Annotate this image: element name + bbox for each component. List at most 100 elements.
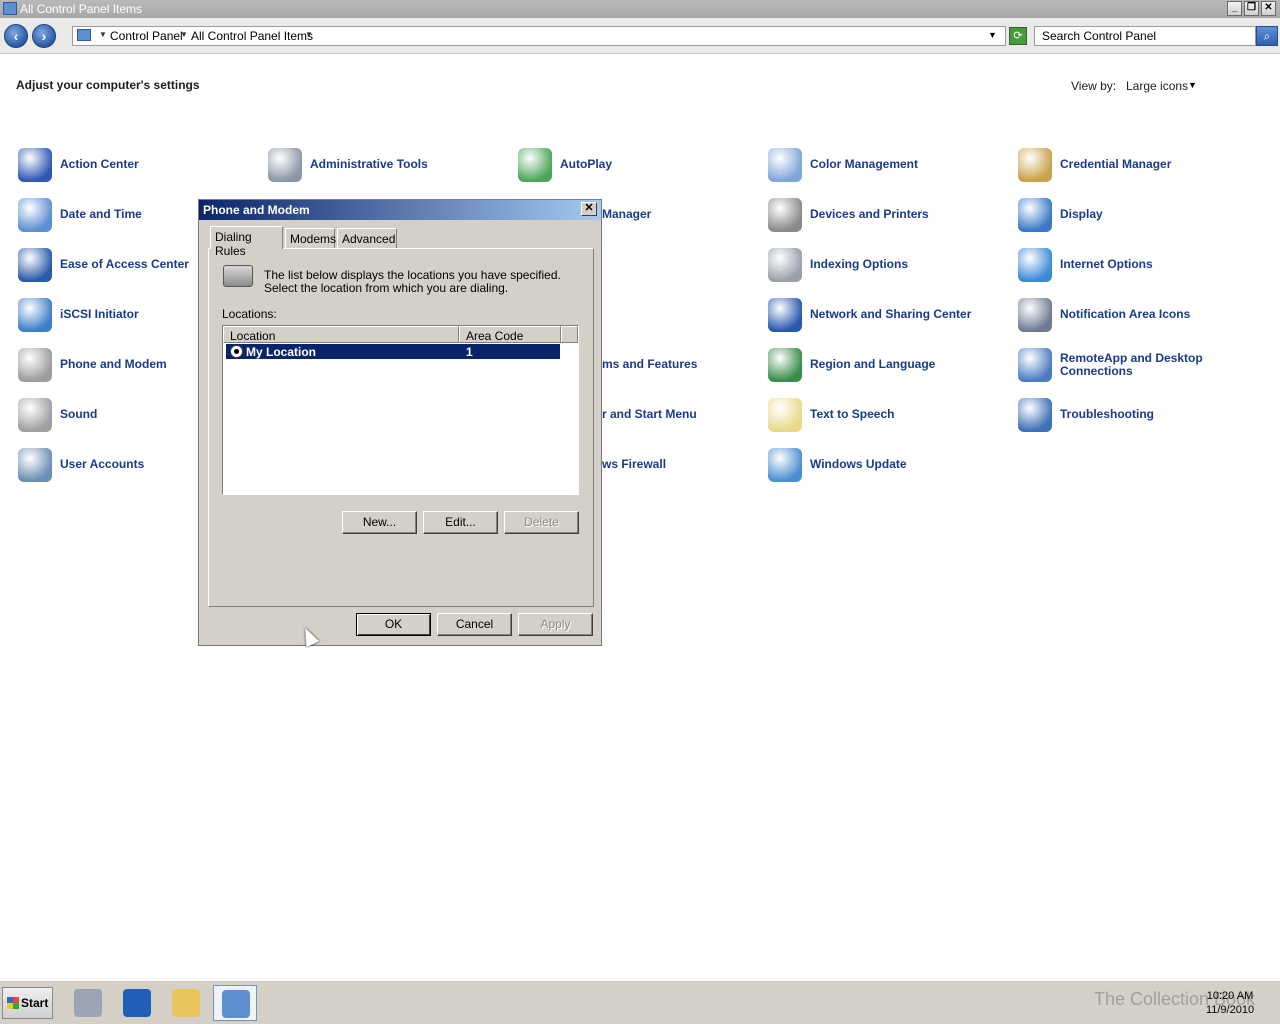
cp-item-label: Internet Options — [1060, 257, 1153, 271]
window-title: All Control Panel Items — [20, 2, 143, 16]
new-button[interactable]: New... — [342, 511, 417, 534]
location-area-code: 1 — [466, 345, 473, 359]
network-and-sharing-center-icon — [768, 298, 802, 332]
phone-and-modem-icon — [18, 348, 52, 382]
start-button[interactable]: Start — [2, 987, 53, 1019]
windows-logo-icon — [7, 997, 19, 1009]
cp-item-label: Text to Speech — [810, 407, 895, 421]
dialog-title: Phone and Modem — [203, 203, 310, 217]
tab-dialing-rules[interactable]: Dialing Rules — [210, 226, 283, 258]
cp-item-label: r and Start Menu — [602, 407, 697, 421]
table-row[interactable]: My Location 1 — [226, 344, 560, 359]
edit-button[interactable]: Edit... — [423, 511, 498, 534]
cp-item-action-center[interactable]: Action Center — [18, 148, 258, 188]
breadcrumb-control-panel[interactable]: Control Panel — [110, 29, 183, 43]
cp-item-display[interactable]: Display — [1018, 198, 1258, 238]
control-panel-icon — [222, 990, 250, 1018]
cp-item-label: Action Center — [60, 157, 139, 171]
column-header-location[interactable]: Location — [223, 326, 459, 343]
address-toolbar: ‹ › ▼ Control Panel ▼ All Control Panel … — [0, 18, 1280, 54]
phone-icon — [223, 265, 253, 287]
tab-advanced[interactable]: Advanced — [337, 228, 397, 248]
server-manager-icon — [74, 989, 102, 1017]
taskbar-server-manager[interactable] — [66, 985, 110, 1021]
breadcrumb-all-items[interactable]: All Control Panel Items — [191, 29, 313, 43]
back-button[interactable]: ‹ — [4, 24, 28, 48]
address-dropdown-icon[interactable]: ▼ — [988, 30, 997, 40]
ok-button[interactable]: OK — [356, 613, 431, 636]
refresh-button[interactable]: ⟳ — [1009, 27, 1027, 45]
chevron-down-icon[interactable]: ▼ — [99, 30, 107, 39]
devices-and-printers-icon — [768, 198, 802, 232]
cp-item-label: Network and Sharing Center — [810, 307, 972, 321]
internet-options-icon — [1018, 248, 1052, 282]
taskbar: Start The Collection Book 10:20 AM 11/9/… — [0, 980, 1280, 1024]
locations-list[interactable]: Location Area Code My Location 1 — [222, 325, 579, 495]
cp-item-windows-update[interactable]: Windows Update — [768, 448, 1008, 488]
cp-item-label: Windows Update — [810, 457, 907, 471]
cp-item-network-and-sharing-center[interactable]: Network and Sharing Center — [768, 298, 1008, 338]
cp-item-label: Notification Area Icons — [1060, 307, 1191, 321]
apply-button[interactable]: Apply — [518, 613, 593, 636]
autoplay-icon — [518, 148, 552, 182]
taskbar-powershell[interactable] — [115, 985, 159, 1021]
page-heading: Adjust your computer's settings — [16, 78, 200, 92]
cp-item-label: Region and Language — [810, 357, 936, 371]
cancel-button[interactable]: Cancel — [437, 613, 512, 636]
chevron-down-icon[interactable]: ▼ — [180, 30, 188, 39]
forward-button[interactable]: › — [32, 24, 56, 48]
action-center-icon — [18, 148, 52, 182]
restore-button[interactable]: ❐ — [1244, 1, 1259, 16]
minimize-button[interactable]: _ — [1227, 1, 1242, 16]
locations-label: Locations: — [222, 307, 277, 321]
view-by-select[interactable]: Large icons — [1126, 79, 1188, 93]
cp-item-label: Manager — [602, 207, 652, 221]
cp-item-text-to-speech[interactable]: Text to Speech — [768, 398, 1008, 438]
cp-item-label: ms and Features — [602, 357, 698, 371]
delete-button[interactable]: Delete — [504, 511, 579, 534]
cp-item-notification-area-icons[interactable]: Notification Area Icons — [1018, 298, 1258, 338]
text-to-speech-icon — [768, 398, 802, 432]
clock-time: 10:20 AM — [1206, 990, 1254, 1002]
dialog-close-button[interactable]: ✕ — [581, 202, 597, 216]
display-icon — [1018, 198, 1052, 232]
cp-item-devices-and-printers[interactable]: Devices and Printers — [768, 198, 1008, 238]
credential-manager-icon — [1018, 148, 1052, 182]
close-button[interactable]: ✕ — [1261, 1, 1276, 16]
cp-item-label: Administrative Tools — [310, 157, 428, 171]
column-header-area-code[interactable]: Area Code — [459, 326, 561, 343]
cp-item-color-management[interactable]: Color Management — [768, 148, 1008, 188]
cp-item-autoplay[interactable]: AutoPlay — [518, 148, 758, 188]
chevron-down-icon[interactable]: ▼ — [1188, 80, 1197, 90]
cp-item-label: Credential Manager — [1060, 157, 1172, 171]
taskbar-explorer[interactable] — [164, 985, 208, 1021]
address-field[interactable]: ▼ Control Panel ▼ All Control Panel Item… — [72, 26, 1006, 46]
panel-description: The list below displays the locations yo… — [264, 268, 561, 295]
troubleshooting-icon — [1018, 398, 1052, 432]
user-accounts-icon — [18, 448, 52, 482]
chevron-down-icon[interactable]: ▼ — [305, 30, 313, 39]
cp-item-label: Troubleshooting — [1060, 407, 1154, 421]
cp-item-internet-options[interactable]: Internet Options — [1018, 248, 1258, 288]
search-input[interactable]: Search Control Panel — [1034, 26, 1256, 46]
cp-item-region-and-language[interactable]: Region and Language — [768, 348, 1008, 388]
dialing-rules-panel: The list below displays the locations yo… — [208, 248, 594, 607]
column-header-filler — [561, 326, 578, 343]
indexing-options-icon — [768, 248, 802, 282]
cp-item-credential-manager[interactable]: Credential Manager — [1018, 148, 1258, 188]
tab-modems[interactable]: Modems — [285, 228, 336, 248]
region-and-language-icon — [768, 348, 802, 382]
system-clock[interactable]: 10:20 AM 11/9/2010 — [1200, 989, 1260, 1017]
taskbar-control-panel[interactable] — [213, 985, 257, 1021]
cp-item-indexing-options[interactable]: Indexing Options — [768, 248, 1008, 288]
location-name: My Location — [246, 345, 317, 359]
cp-item-remoteapp-and-desktop-connections[interactable]: RemoteApp and Desktop Connections — [1018, 348, 1258, 388]
clock-date: 11/9/2010 — [1205, 1004, 1255, 1016]
remoteapp-and-desktop-connections-icon — [1018, 348, 1052, 382]
color-management-icon — [768, 148, 802, 182]
search-icon[interactable]: ⌕ — [1256, 26, 1278, 46]
ease-of-access-center-icon — [18, 248, 52, 282]
cp-item-troubleshooting[interactable]: Troubleshooting — [1018, 398, 1258, 438]
windows-update-icon — [768, 448, 802, 482]
cp-item-administrative-tools[interactable]: Administrative Tools — [268, 148, 508, 188]
